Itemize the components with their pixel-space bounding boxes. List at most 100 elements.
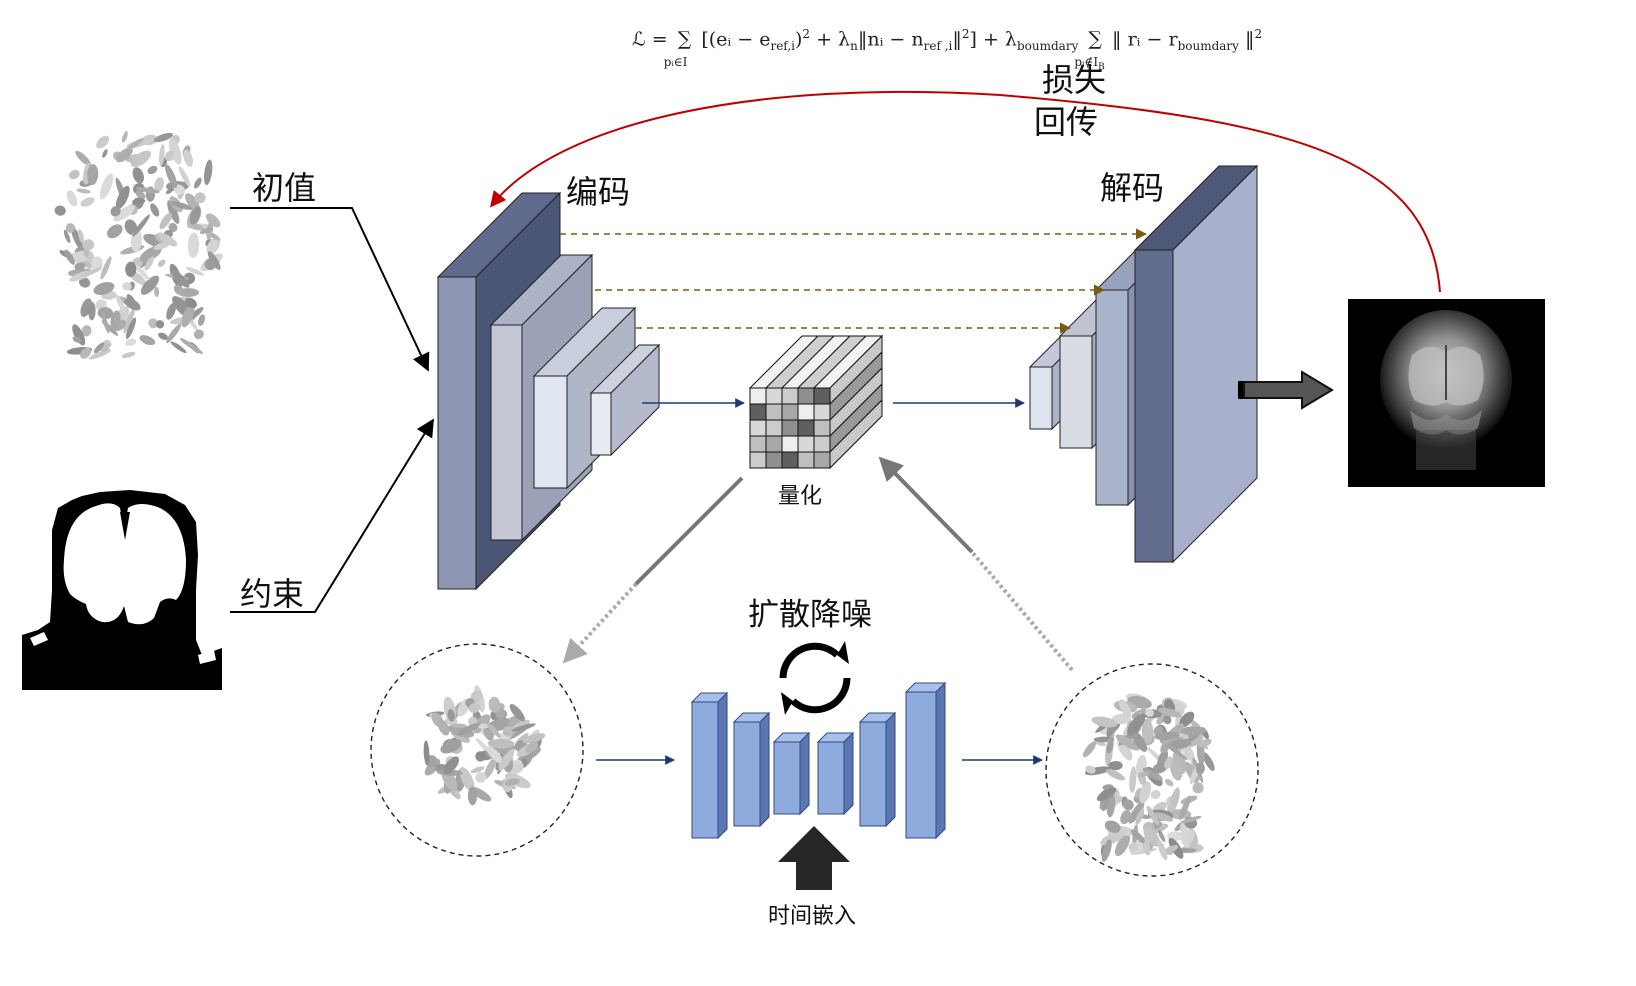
initial-arrow (230, 207, 430, 372)
denoised-gaussians (1082, 693, 1215, 862)
formula-term1: [(eᵢ − e (701, 28, 771, 51)
unet-bar-2 (732, 711, 771, 828)
formula-sup-c: 2 (1254, 27, 1263, 41)
formula-sup-b: 2 (961, 27, 970, 41)
quantization-cube (748, 334, 884, 470)
noisy-latent-circle (370, 643, 584, 857)
gaussian-splat (107, 224, 123, 239)
quant-cell (749, 419, 767, 437)
label-constraint: 约束 (240, 575, 305, 613)
unet-bar-3 (772, 731, 811, 816)
unet-bar-5 (858, 711, 897, 828)
gaussian-splat (193, 177, 202, 189)
initial-gaussians (54, 131, 223, 360)
unet-bar-6 (904, 681, 947, 840)
quant-cell (749, 403, 767, 421)
formula-sum1-sub: pᵢ∈I (663, 55, 688, 70)
gaussian-splat (150, 203, 160, 217)
gaussian-splat (179, 337, 204, 355)
constraint-mask-image (22, 490, 222, 690)
quant-cell (797, 451, 815, 469)
gaussian-splat (1192, 782, 1204, 794)
unet-bar-4 (816, 731, 855, 816)
output-brain-image (1348, 299, 1545, 487)
formula-lhs: ℒ = (632, 28, 668, 51)
quant-cell (765, 419, 783, 437)
quant-cell (781, 419, 799, 437)
gaussian-splat (1082, 741, 1097, 758)
formula-term1-sub: ref,i (770, 39, 795, 54)
gaussian-splat (187, 232, 200, 259)
formula-term1-e: ‖ (952, 28, 962, 51)
gaussian-splat (157, 259, 166, 267)
clean-to-quant-dotted (970, 550, 1074, 672)
quant-to-noise-dotted (562, 582, 638, 664)
formula-term1-c: + λ (810, 28, 851, 51)
gaussian-splat (1179, 726, 1207, 735)
quant-cell (765, 387, 783, 405)
quant-cell (749, 435, 767, 453)
gaussian-splat (1150, 790, 1161, 799)
quant-cell (781, 451, 799, 469)
formula-lambda-n-sub: n (850, 39, 858, 54)
gaussian-splat (121, 131, 128, 143)
formula-sum-2: ∑ pᵢ∉IB (1074, 28, 1105, 73)
quant-to-noise-solid (634, 476, 744, 586)
quant-cell (765, 451, 783, 469)
gaussian-splat (80, 197, 95, 207)
label-initial: 初值 (252, 169, 317, 207)
loss-formula: ℒ = ∑ pᵢ∈I [(eᵢ − eref,i)2 + λn‖nᵢ − nref… (632, 27, 1263, 73)
gaussian-splat (66, 190, 78, 207)
gaussian-splat (1129, 766, 1137, 794)
gaussian-splat (54, 205, 66, 216)
label-decode: 解码 (1100, 169, 1165, 207)
noisy-gaussians (423, 685, 546, 806)
formula-term1-f: ] + λ (969, 28, 1017, 51)
quant-cell (765, 435, 783, 453)
quant-cell (813, 435, 831, 453)
gaussian-splat (121, 352, 136, 358)
gaussian-splat (96, 135, 110, 149)
quant-cell (797, 387, 815, 405)
formula-sup-a: 2 (802, 27, 811, 41)
gaussian-splat (1164, 778, 1174, 787)
formula-term2: ‖ rᵢ − r (1112, 28, 1178, 51)
formula-term2-b: ‖ (1238, 28, 1255, 51)
decoder-blocks (1028, 164, 1259, 564)
loss-backprop-arc (489, 90, 1441, 293)
formula-term1-d-sub: ref ,i (923, 39, 953, 54)
quant-cell (797, 435, 815, 453)
formula-term1-d: ‖nᵢ − n (857, 28, 924, 51)
label-diffusion: 扩散降噪 (748, 597, 872, 633)
gaussian-splat (193, 329, 204, 340)
quant-cell (781, 435, 799, 453)
quant-cell (749, 387, 767, 405)
unet-bar-1 (690, 691, 729, 840)
quant-cell (781, 387, 799, 405)
quant-cell (781, 403, 799, 421)
gaussian-splat (99, 173, 114, 200)
label-quantize: 量化 (778, 484, 823, 509)
decoder-block-1 (1133, 164, 1259, 564)
gaussian-splat (102, 149, 108, 158)
gaussian-splat (197, 314, 206, 327)
gaussian-splat (132, 167, 144, 184)
gaussian-splat (139, 335, 156, 346)
label-encode: 编码 (566, 173, 631, 211)
gaussian-splat (76, 188, 91, 194)
quant-cell (813, 451, 831, 469)
label-time-embed: 时间嵌入 (768, 904, 857, 929)
quant-cell (797, 419, 815, 437)
quant-cell (813, 403, 831, 421)
thick-up-arrow-icon (778, 826, 850, 890)
gaussian-splat (147, 165, 158, 175)
formula-term2-sub: boumdary (1177, 39, 1239, 54)
quant-cell (765, 403, 783, 421)
gaussian-splat (125, 338, 137, 346)
quant-cell (813, 387, 831, 405)
quant-cell (813, 419, 831, 437)
gaussian-splat (69, 169, 80, 180)
cycle-arrows-icon (779, 641, 851, 715)
diagram-canvas: ℒ = ∑ pᵢ∈I [(eᵢ − eref,i)2 + λn‖nᵢ − nref… (0, 0, 1636, 982)
gaussian-splat (154, 286, 160, 298)
